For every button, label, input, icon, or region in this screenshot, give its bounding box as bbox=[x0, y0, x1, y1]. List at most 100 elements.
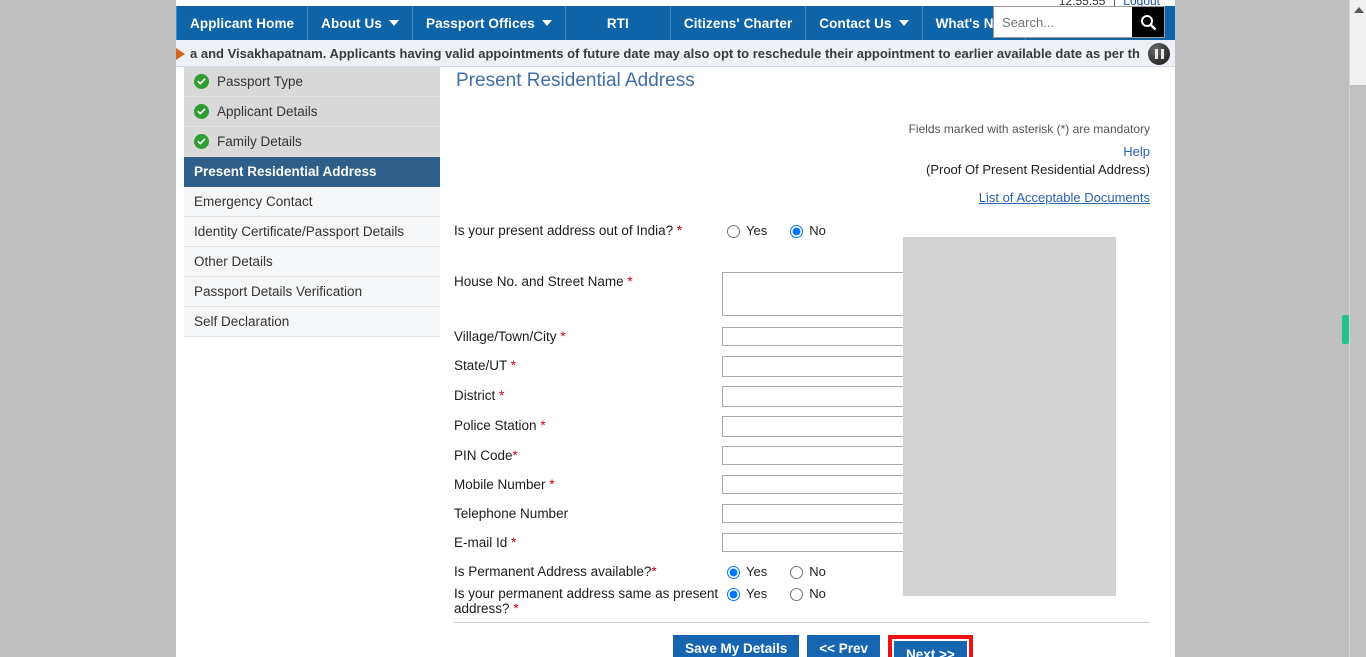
radio-option-no[interactable]: No bbox=[785, 222, 826, 238]
field-label: Telephone Number bbox=[454, 504, 722, 521]
page-viewport: 12:55:55 | Logout Applicant Home About U… bbox=[176, 0, 1175, 657]
nav-item-rti[interactable]: RTI bbox=[566, 6, 671, 40]
required-asterisk: * bbox=[499, 388, 505, 403]
triangle-right-icon bbox=[176, 48, 185, 60]
email-id-input[interactable] bbox=[722, 533, 914, 552]
radio-label: No bbox=[809, 563, 826, 579]
nav-label: Applicant Home bbox=[190, 15, 295, 31]
radio-option-yes[interactable]: Yes bbox=[722, 222, 767, 238]
sidebar-item-applicant-details[interactable]: Applicant Details bbox=[184, 97, 440, 127]
radio-option-no[interactable]: No bbox=[785, 585, 826, 601]
nav-item-contact-us[interactable]: Contact Us bbox=[806, 6, 923, 40]
form-steps-sidebar: Passport Type Applicant Details Family D… bbox=[184, 67, 440, 337]
mobile-number-input[interactable] bbox=[722, 475, 914, 494]
radio-group-out-of-india: Yes No bbox=[722, 221, 1168, 238]
scrollbar-thumb[interactable] bbox=[1350, 85, 1366, 657]
scroll-up-arrow-icon[interactable] bbox=[1354, 7, 1364, 13]
radio-input[interactable] bbox=[790, 225, 804, 238]
sidebar-item-label: Passport Details Verification bbox=[194, 284, 363, 299]
nav-label: Contact Us bbox=[819, 15, 892, 31]
required-asterisk: * bbox=[512, 448, 518, 463]
sidebar-item-label: Self Declaration bbox=[194, 314, 290, 329]
district-select[interactable] bbox=[722, 386, 918, 407]
required-asterisk: * bbox=[676, 223, 683, 238]
radio-option-no[interactable]: No bbox=[785, 563, 826, 579]
next-button[interactable]: Next >> bbox=[894, 641, 967, 657]
page-title: Present Residential Address bbox=[456, 70, 695, 91]
sidebar-item-family-details[interactable]: Family Details bbox=[184, 127, 440, 157]
search-box bbox=[993, 6, 1165, 38]
form-panel: Present Residential Address Fields marke… bbox=[448, 67, 1168, 657]
nav-label: Citizens' Charter bbox=[683, 15, 793, 31]
house-street-input[interactable] bbox=[722, 272, 914, 316]
label-text: State/UT bbox=[454, 358, 508, 373]
mandatory-note: Fields marked with asterisk (*) are mand… bbox=[908, 122, 1150, 136]
content-area: Passport Type Applicant Details Family D… bbox=[176, 67, 1175, 657]
form-notes: Fields marked with asterisk (*) are mand… bbox=[448, 122, 1168, 207]
radio-input[interactable] bbox=[727, 566, 740, 579]
radio-option-yes[interactable]: Yes bbox=[722, 585, 767, 601]
radio-input[interactable] bbox=[790, 566, 804, 579]
sidebar-item-present-residential-address[interactable]: Present Residential Address bbox=[184, 157, 440, 187]
required-asterisk: * bbox=[627, 274, 633, 289]
nav-item-citizens-charter[interactable]: Citizens' Charter bbox=[671, 6, 807, 40]
sidebar-item-passport-details-verification[interactable]: Passport Details Verification bbox=[184, 277, 440, 307]
label-text: Mobile Number bbox=[454, 477, 546, 492]
required-asterisk: * bbox=[540, 418, 546, 433]
required-asterisk: * bbox=[549, 477, 555, 492]
radio-input[interactable] bbox=[727, 225, 740, 238]
search-button[interactable] bbox=[1132, 7, 1164, 37]
pin-code-input[interactable] bbox=[722, 446, 914, 465]
sidebar-item-other-details[interactable]: Other Details bbox=[184, 247, 440, 277]
sidebar-item-self-declaration[interactable]: Self Declaration bbox=[184, 307, 440, 337]
chevron-down-icon bbox=[541, 20, 552, 26]
state-ut-select[interactable] bbox=[722, 356, 918, 377]
ticker-text: a and Visakhapatnam. Applicants having v… bbox=[190, 45, 1140, 61]
chevron-down-icon bbox=[388, 20, 399, 26]
field-label: District * bbox=[454, 386, 722, 403]
sidebar-item-identity-certificate[interactable]: Identity Certificate/Passport Details bbox=[184, 217, 440, 247]
search-input[interactable] bbox=[994, 7, 1132, 37]
acceptable-documents-link[interactable]: List of Acceptable Documents bbox=[979, 190, 1150, 205]
radio-input[interactable] bbox=[790, 588, 804, 601]
pause-bar bbox=[1154, 49, 1158, 59]
help-link[interactable]: Help bbox=[448, 144, 1150, 159]
announcement-ticker: a and Visakhapatnam. Applicants having v… bbox=[176, 40, 1175, 67]
label-text: Is your present address out of India? bbox=[454, 223, 674, 238]
field-label: Is your permanent address same as presen… bbox=[454, 584, 722, 616]
field-label: State/UT * bbox=[454, 356, 722, 373]
label-text: District bbox=[454, 388, 496, 403]
field-label: PIN Code* bbox=[454, 446, 722, 463]
sidebar-item-label: Present Residential Address bbox=[194, 164, 377, 179]
radio-input[interactable] bbox=[727, 588, 740, 601]
village-town-city-input[interactable] bbox=[722, 327, 914, 346]
field-label: Is Permanent Address available?* bbox=[454, 562, 722, 579]
pause-icon[interactable] bbox=[1148, 43, 1170, 65]
required-asterisk: * bbox=[513, 601, 519, 616]
required-asterisk: * bbox=[511, 535, 517, 550]
required-asterisk: * bbox=[560, 329, 566, 344]
address-form: Is your present address out of India? * … bbox=[448, 221, 1168, 616]
section-divider bbox=[454, 622, 1150, 623]
sidebar-item-passport-type[interactable]: Passport Type bbox=[184, 67, 440, 97]
save-my-details-button[interactable]: Save My Details bbox=[673, 635, 800, 657]
sidebar-item-emergency-contact[interactable]: Emergency Contact bbox=[184, 187, 440, 217]
occlusion-overlay bbox=[903, 237, 1116, 596]
nav-item-applicant-home[interactable]: Applicant Home bbox=[176, 6, 309, 40]
telephone-number-input[interactable] bbox=[722, 504, 914, 523]
field-label: House No. and Street Name * bbox=[454, 272, 722, 289]
required-asterisk: * bbox=[651, 564, 657, 579]
police-station-select[interactable] bbox=[722, 416, 918, 437]
nav-item-passport-offices[interactable]: Passport Offices bbox=[413, 6, 566, 40]
field-control: Yes No bbox=[722, 221, 1168, 238]
prev-button[interactable]: << Prev bbox=[807, 635, 881, 657]
field-label: Village/Town/City * bbox=[454, 327, 722, 344]
check-circle-icon bbox=[194, 74, 209, 89]
vertical-scrollbar[interactable] bbox=[1349, 0, 1366, 657]
scroll-position-marker bbox=[1342, 315, 1349, 344]
nav-item-about-us[interactable]: About Us bbox=[308, 6, 413, 40]
radio-option-yes[interactable]: Yes bbox=[722, 563, 767, 579]
label-text: E-mail Id bbox=[454, 535, 508, 550]
check-circle-icon bbox=[194, 104, 209, 119]
radio-label: No bbox=[809, 222, 826, 238]
